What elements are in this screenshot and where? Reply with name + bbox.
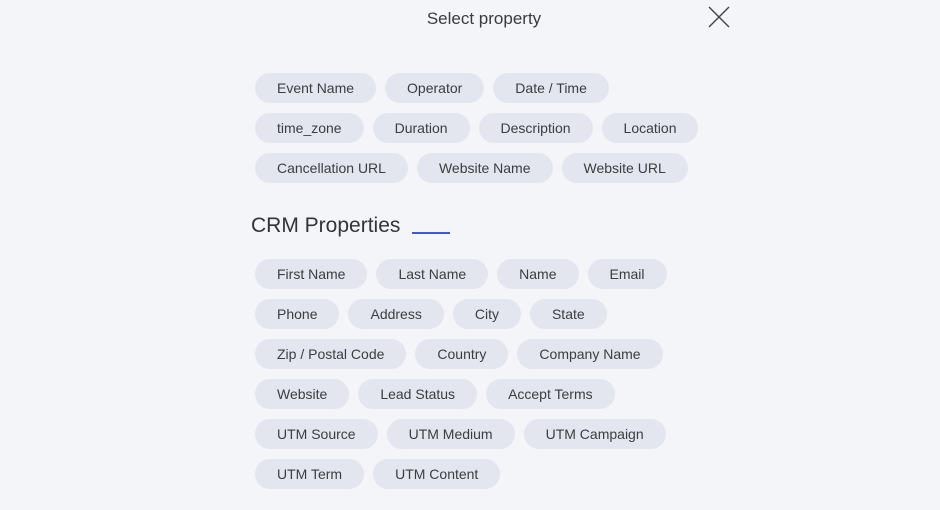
property-chip[interactable]: Company Name (517, 339, 663, 369)
chip-row: Zip / Postal Code Country Company Name (255, 339, 715, 369)
property-chip[interactable]: Cancellation URL (255, 153, 408, 183)
property-chip[interactable]: Address (348, 299, 444, 329)
chip-row: UTM Source UTM Medium UTM Campaign (255, 419, 715, 449)
property-chip[interactable]: Country (415, 339, 509, 369)
property-chip[interactable]: Website (255, 379, 350, 409)
close-button[interactable] (704, 2, 734, 32)
property-chip[interactable]: Event Name (255, 73, 377, 103)
chip-row: Phone Address City State (255, 299, 715, 329)
property-chip[interactable]: Phone (255, 299, 340, 329)
chip-row: Event Name Operator Date / Time (255, 73, 715, 103)
property-chip[interactable]: Accept Terms (486, 379, 615, 409)
property-chip[interactable]: First Name (255, 259, 368, 289)
property-chip[interactable]: City (452, 299, 521, 329)
crm-properties-list: First Name Last Name Name Email Phone Address… (255, 259, 715, 499)
event-properties-list: Event Name Operator Date / Time time_zone Du… (255, 73, 715, 193)
property-chip[interactable]: Duration (372, 113, 470, 143)
property-chip[interactable]: Date / Time (493, 73, 609, 103)
close-icon (708, 6, 730, 28)
property-chip[interactable]: time_zone (255, 113, 364, 143)
property-chip[interactable]: UTM Campaign (523, 419, 666, 449)
property-chip[interactable]: Website Name (416, 153, 553, 183)
chip-row: Website Lead Status Accept Terms (255, 379, 715, 409)
chip-row: First Name Last Name Name Email (255, 259, 715, 289)
property-chip[interactable]: Zip / Postal Code (255, 339, 407, 369)
property-chip[interactable]: UTM Source (255, 419, 378, 449)
property-chip[interactable]: Location (601, 113, 699, 143)
property-chip[interactable]: UTM Medium (386, 419, 515, 449)
crm-properties-title: CRM Properties (251, 214, 401, 237)
property-chip[interactable]: Lead Status (358, 379, 478, 409)
property-chip[interactable]: Email (587, 259, 667, 289)
property-chip[interactable]: UTM Term (255, 459, 365, 489)
chip-row: Cancellation URL Website Name Website URL (255, 153, 715, 183)
property-chip[interactable]: Name (497, 259, 579, 289)
property-chip[interactable]: Operator (385, 73, 485, 103)
select-property-modal: Select property Event Name Operator Date /… (0, 0, 940, 510)
crm-properties-heading: CRM Properties (251, 214, 451, 238)
property-chip[interactable]: Last Name (376, 259, 489, 289)
property-chip[interactable]: Description (478, 113, 593, 143)
modal-title: Select property (426, 9, 542, 28)
property-chip[interactable]: State (529, 299, 607, 329)
chip-row: time_zone Duration Description Location (255, 113, 715, 143)
section-title-accent (412, 232, 451, 234)
property-chip[interactable]: UTM Content (373, 459, 501, 489)
property-chip[interactable]: Website URL (561, 153, 688, 183)
chip-row: UTM Term UTM Content (255, 459, 715, 489)
